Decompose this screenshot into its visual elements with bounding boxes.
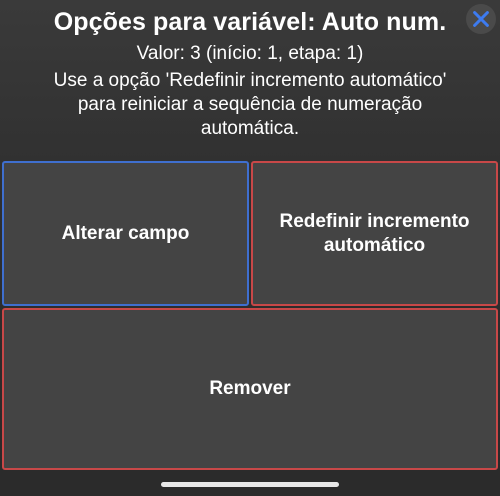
close-button[interactable]	[466, 4, 496, 34]
dialog-title: Opções para variável: Auto num.	[53, 8, 447, 36]
change-field-label: Alterar campo	[61, 222, 190, 244]
remove-label: Remover	[209, 378, 291, 399]
remove-button[interactable]: Remover	[2, 308, 498, 470]
home-indicator[interactable]	[161, 482, 339, 487]
variable-options-dialog: Opções para variável: Auto num. Valor: 3…	[0, 0, 500, 470]
close-icon	[473, 11, 489, 27]
reset-increment-label: Redefinir incremento automático	[279, 210, 470, 256]
change-field-button[interactable]: Alterar campo	[2, 161, 249, 306]
dialog-description: Use a opção 'Redefinir incremento automá…	[53, 70, 447, 139]
dialog-header: Opções para variável: Auto num. Valor: 3…	[0, 6, 500, 141]
value-info: Valor: 3 (início: 1, etapa: 1)	[136, 43, 364, 64]
reset-increment-button[interactable]: Redefinir incremento automático	[251, 161, 498, 306]
